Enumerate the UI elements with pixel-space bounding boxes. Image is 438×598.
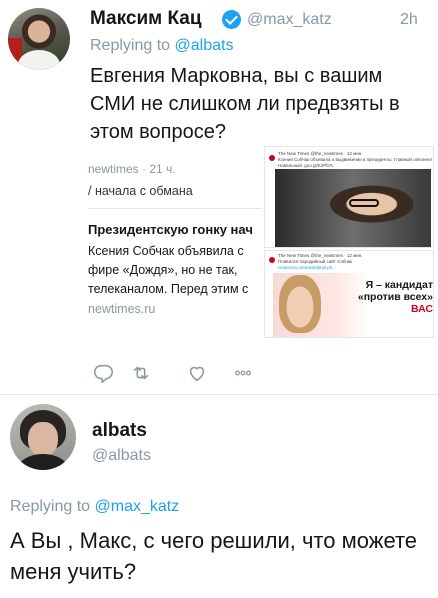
screenshot-header: The New Times @the_newtimes · 12 мин. [278, 151, 363, 156]
replying-to-label: Replying to [90, 37, 175, 54]
banner-text: Я – кандидат «против всех» ВАС [339, 279, 433, 315]
tweet-text: Евгения Марковна, вы с вашим СМИ не слиш… [90, 65, 400, 143]
screenshot-link: newtimes.ru/news/detail.ph... [278, 265, 337, 270]
tweet-text: А Вы , Макс, с чего решили, что можете м… [10, 528, 418, 584]
quoted-meta: newtimes · 21 ч. [88, 162, 176, 176]
author-name[interactable]: Максим Кац [90, 8, 202, 30]
newtimes-logo-icon [269, 155, 275, 161]
replying-to: Replying to @albats [90, 37, 233, 55]
tweet-divider [0, 394, 438, 395]
replying-to-mention[interactable]: @albats [175, 37, 234, 54]
screenshot-text: Появился пародийный сайт Собчак [278, 259, 353, 264]
banner-line: ВАС [411, 303, 433, 315]
avatar[interactable] [10, 404, 76, 470]
author-name[interactable]: albats [92, 420, 147, 442]
glasses-icon [349, 199, 379, 207]
avatar[interactable] [8, 8, 70, 70]
replying-to-label: Replying to [10, 498, 95, 515]
quoted-text: / начала с обмана [88, 184, 193, 198]
screenshot-text: Ксения Собчак объявила о выдвижении в пр… [278, 157, 433, 162]
quoted-link-line: фире «Дождя», но не так, [88, 263, 238, 277]
banner-line: Я – кандидат [365, 279, 433, 291]
newtimes-logo-icon [269, 257, 275, 263]
replying-to-mention[interactable]: @max_katz [95, 498, 180, 515]
quoted-link-description: Ксения Собчак объявила с фире «Дождя», н… [88, 242, 248, 299]
tweet-media[interactable]: newtimes · 21 ч. / начала с обмана Прези… [88, 146, 434, 340]
tweet-reply-max-katz: Максим Кац @max_katz 2h Replying to @alb… [0, 0, 438, 392]
quoted-link-line: телеканалом. Перед этим с [88, 282, 249, 296]
quoted-link-title[interactable]: Президентскую гонку нач [88, 222, 253, 237]
author-handle[interactable]: @albats [92, 447, 151, 465]
tweet-timestamp[interactable]: 2h [400, 11, 418, 29]
quoted-link-line: Ксения Собчак объявила с [88, 244, 244, 258]
screenshot-image-bottom[interactable]: The New Times @the_newtimes · 12 мин. По… [264, 250, 434, 338]
more-icon[interactable] [232, 362, 254, 384]
screenshot-image-top[interactable]: The New Times @the_newtimes · 12 мин. Кс… [264, 146, 434, 248]
quoted-divider [88, 208, 262, 209]
avatar-face [28, 422, 58, 456]
avatar-shirt [18, 50, 60, 70]
author-handle[interactable]: @max_katz [247, 11, 332, 29]
photo-woman-glasses [275, 169, 431, 247]
screenshot-header: The New Times @the_newtimes · 12 мин. [278, 253, 363, 258]
avatar-body [18, 454, 68, 470]
replying-to: Replying to @max_katz [10, 498, 179, 516]
quoted-link-domain: newtimes.ru [88, 302, 156, 316]
heart-icon[interactable] [186, 362, 208, 384]
retweet-icon[interactable] [130, 362, 152, 384]
reply-icon[interactable] [92, 362, 114, 384]
screenshot-text: Навальный. goo.gl/K2Pb7L [278, 163, 334, 168]
quoted-content[interactable]: newtimes · 21 ч. / начала с обмана Прези… [88, 146, 262, 340]
verified-badge-icon [222, 10, 241, 29]
banner-line: «против всех» [357, 291, 433, 303]
portrait [279, 275, 321, 333]
